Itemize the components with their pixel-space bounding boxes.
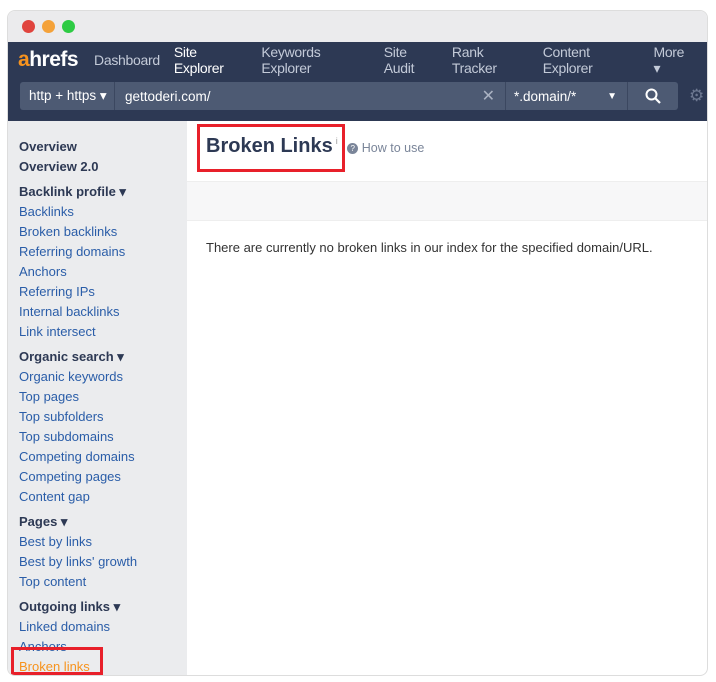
how-to-use-text: How to use: [361, 141, 425, 155]
sidebar-item-linked-domains[interactable]: Linked domains: [19, 617, 187, 637]
sidebar-item-backlink-profile[interactable]: Backlink profile ▾: [19, 182, 187, 202]
sidebar-item-referring-ips[interactable]: Referring IPs: [19, 282, 187, 302]
sidebar: Overview Overview 2.0 Backlink profile ▾ Ba…: [8, 121, 187, 675]
sidebar-item-referring-domains[interactable]: Referring domains: [19, 242, 187, 262]
close-window-button[interactable]: [22, 20, 35, 33]
sidebar-item-best-by-links-growth[interactable]: Best by links' growth: [19, 552, 187, 572]
clear-icon[interactable]: ✕: [482, 86, 495, 106]
sidebar-item-link-intersect[interactable]: Link intersect: [19, 322, 187, 342]
nav-item-more[interactable]: More ▾: [653, 44, 693, 77]
question-icon: ?: [347, 143, 359, 154]
sidebar-item-competing-domains[interactable]: Competing domains: [19, 447, 187, 467]
url-value: gettoderi.com/: [125, 88, 211, 104]
nav-item-rank-tracker[interactable]: Rank Tracker: [452, 44, 529, 76]
filter-band: [187, 181, 707, 221]
ahrefs-logo[interactable]: ahrefs: [18, 48, 79, 72]
sidebar-item-organic-keywords[interactable]: Organic keywords: [19, 367, 187, 387]
nav-item-keywords-explorer[interactable]: Keywords Explorer: [261, 44, 369, 76]
highlight-broken-links: [11, 647, 103, 675]
nav-item-site-audit[interactable]: Site Audit: [384, 44, 438, 76]
search-bar: http + https ▾ gettoderi.com/ ✕ *.domain/…: [20, 82, 678, 110]
sidebar-item-top-content[interactable]: Top content: [19, 572, 187, 592]
sidebar-item-backlinks[interactable]: Backlinks: [19, 202, 187, 222]
sidebar-item-content-gap[interactable]: Content gap: [19, 487, 187, 507]
minimize-window-button[interactable]: [42, 20, 55, 33]
sidebar-item-organic-search[interactable]: Organic search ▾: [19, 347, 187, 367]
protocol-select[interactable]: http + https ▾: [20, 82, 115, 110]
sidebar-item-top-subdomains[interactable]: Top subdomains: [19, 427, 187, 447]
sidebar-item-internal-backlinks[interactable]: Internal backlinks: [19, 302, 187, 322]
main-content: Broken Links i ? How to use There are cur…: [187, 121, 707, 675]
search-icon: [645, 88, 661, 104]
empty-message: There are currently no broken links in o…: [206, 240, 653, 255]
nav-item-content-explorer[interactable]: Content Explorer: [543, 44, 640, 76]
title-bar: [8, 11, 707, 42]
nav-item-dashboard[interactable]: Dashboard: [94, 52, 160, 68]
search-button[interactable]: [628, 82, 678, 110]
url-input[interactable]: gettoderi.com/ ✕: [115, 82, 506, 110]
gear-icon[interactable]: ⚙: [689, 86, 704, 106]
sidebar-item-overview-2-0[interactable]: Overview 2.0: [19, 157, 187, 177]
maximize-window-button[interactable]: [62, 20, 75, 33]
sidebar-item-pages[interactable]: Pages ▾: [19, 512, 187, 532]
mode-select[interactable]: *.domain/* ▼: [506, 82, 628, 110]
browser-window: ahrefs Dashboard Site Explorer Keywords Ex…: [7, 10, 708, 676]
sidebar-item-top-subfolders[interactable]: Top subfolders: [19, 407, 187, 427]
nav-item-site-explorer[interactable]: Site Explorer: [174, 44, 248, 76]
sidebar-item-competing-pages[interactable]: Competing pages: [19, 467, 187, 487]
sidebar-item-overview[interactable]: Overview: [19, 137, 187, 157]
sidebar-item-outgoing-links[interactable]: Outgoing links ▾: [19, 597, 187, 617]
sidebar-item-anchors[interactable]: Anchors: [19, 262, 187, 282]
top-nav: ahrefs Dashboard Site Explorer Keywords Ex…: [8, 42, 707, 121]
sidebar-item-best-by-links[interactable]: Best by links: [19, 532, 187, 552]
sidebar-item-top-pages[interactable]: Top pages: [19, 387, 187, 407]
how-to-use-link[interactable]: ? How to use: [347, 141, 424, 155]
highlight-title: [197, 124, 345, 172]
mode-value: *.domain/*: [514, 88, 577, 104]
sidebar-item-broken-backlinks[interactable]: Broken backlinks: [19, 222, 187, 242]
chevron-down-icon: ▼: [607, 90, 617, 102]
